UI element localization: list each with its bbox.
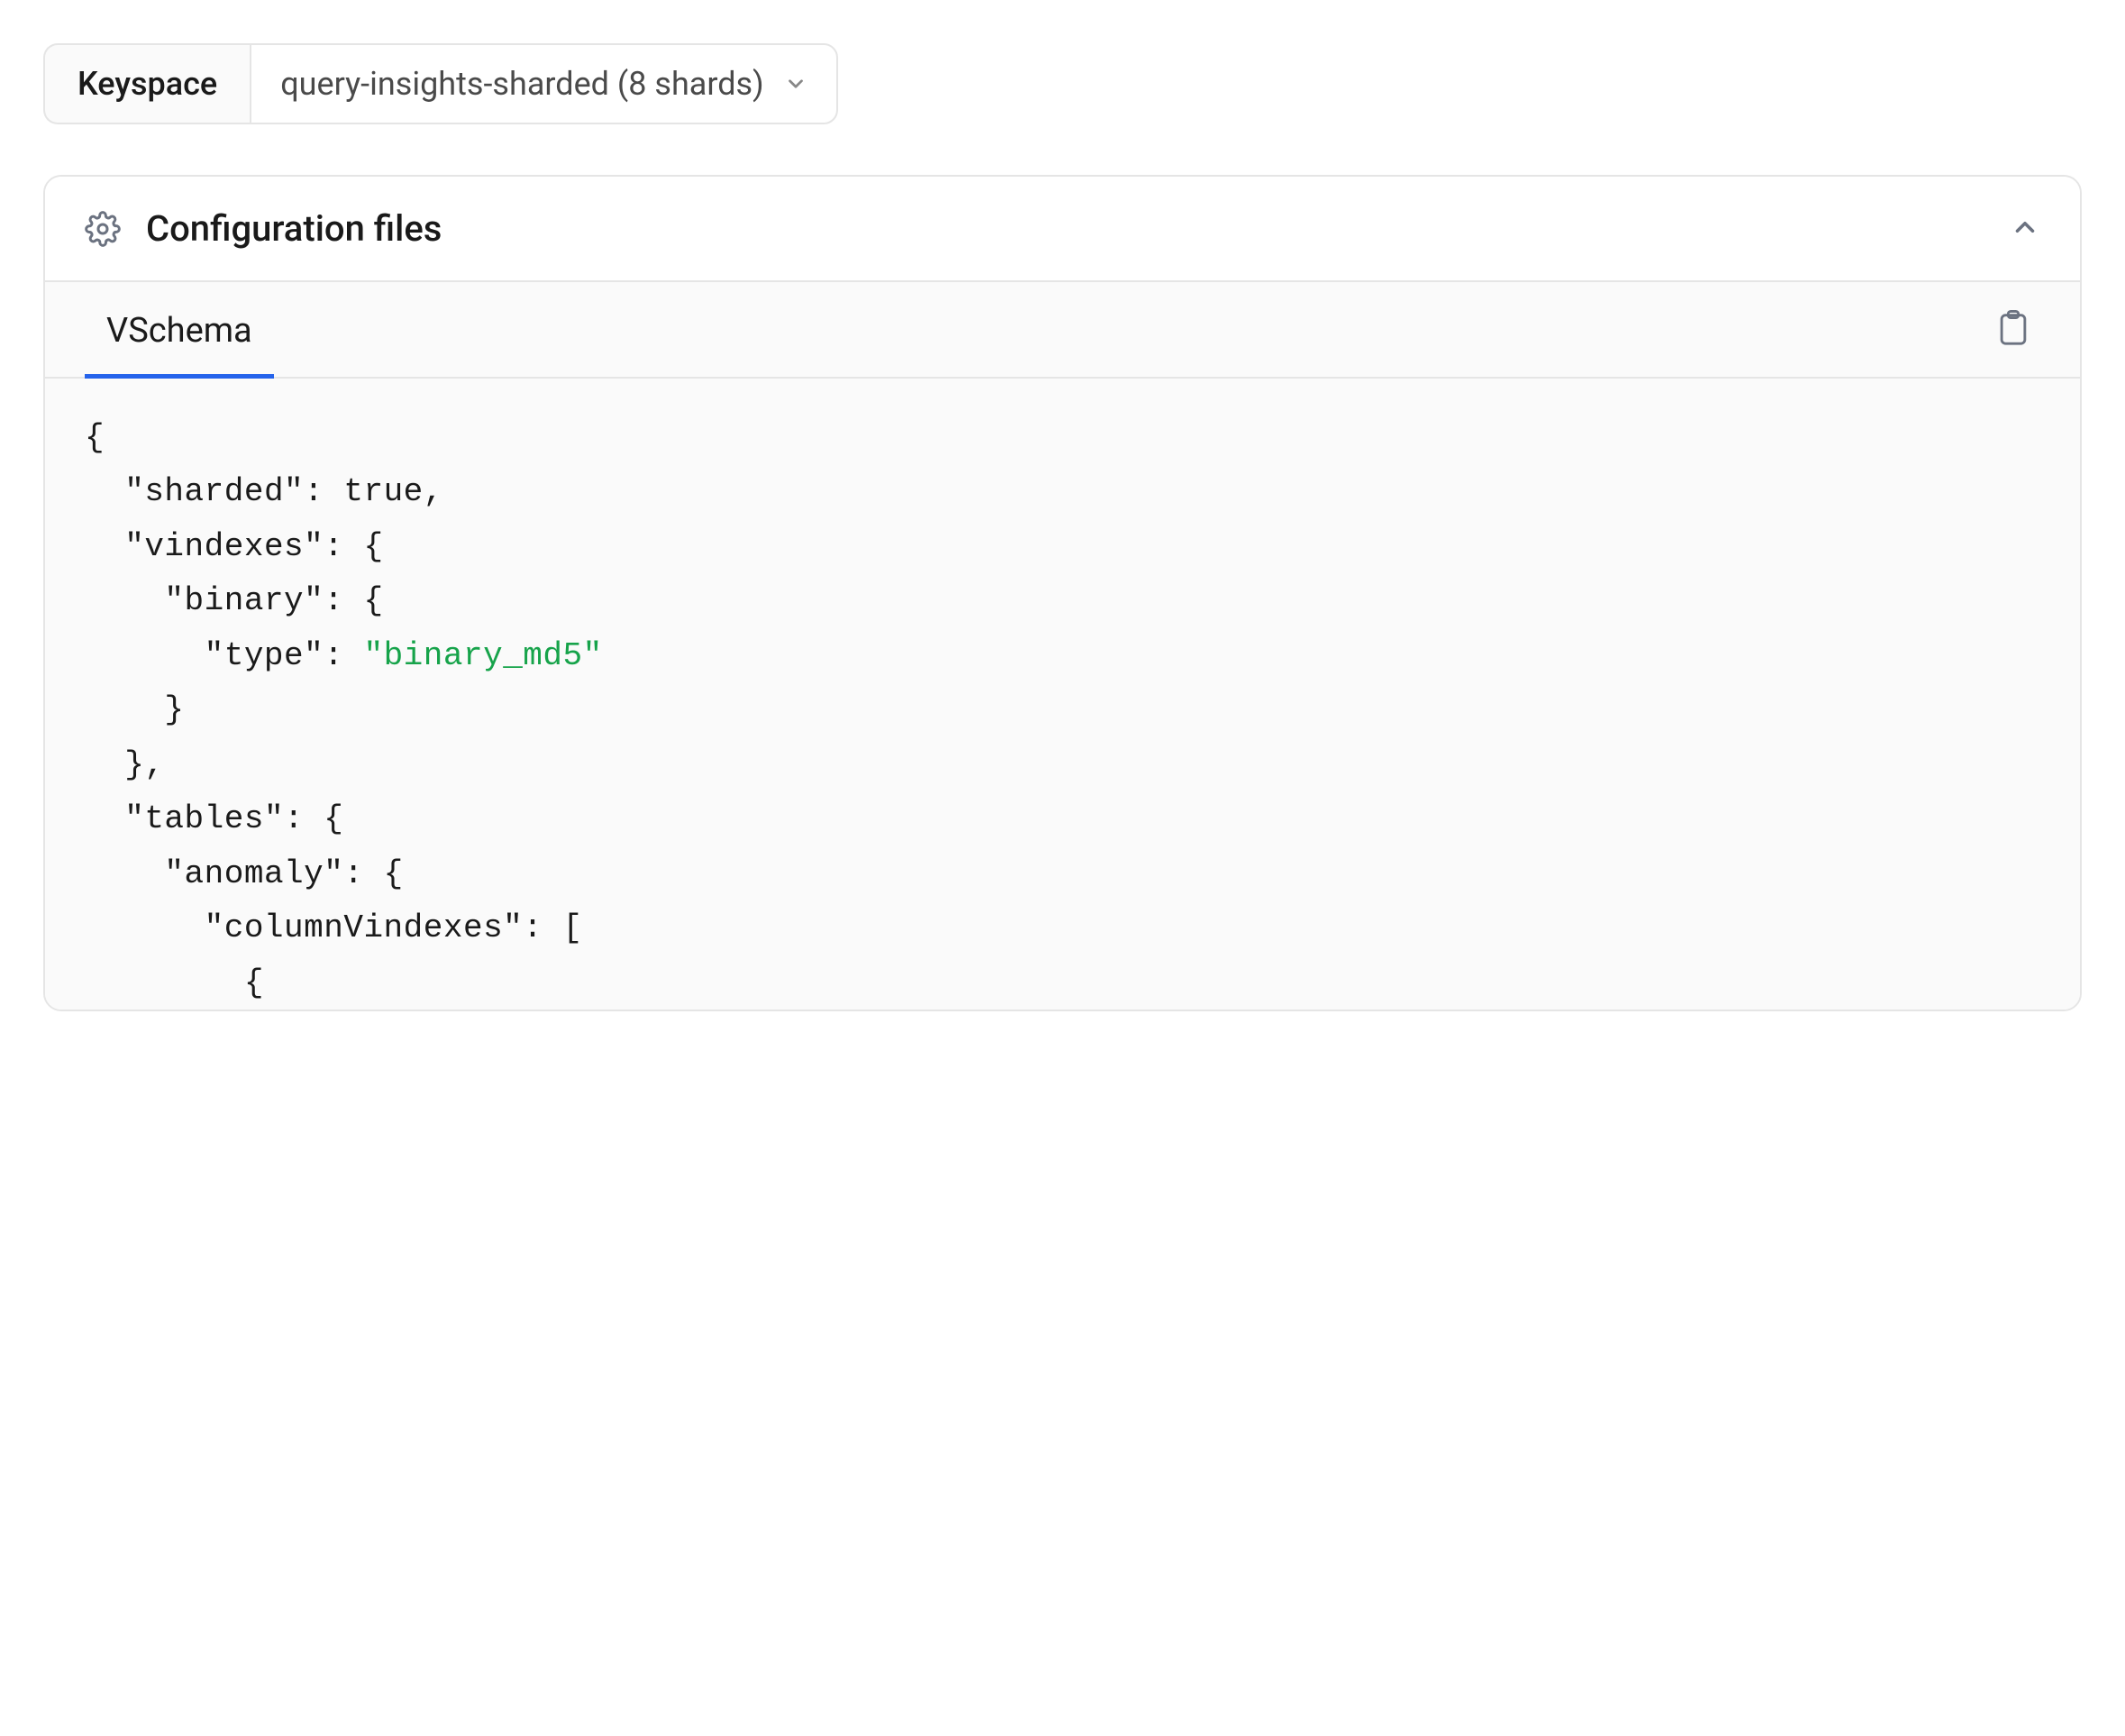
keyspace-selected-value: query-insights-sharded (8 shards) bbox=[280, 65, 763, 103]
keyspace-label: Keyspace bbox=[43, 43, 250, 124]
tab-row: VSchema bbox=[45, 282, 2080, 379]
copy-button[interactable] bbox=[1986, 299, 2040, 361]
clipboard-icon bbox=[1997, 310, 2029, 346]
tab-vschema[interactable]: VSchema bbox=[85, 282, 274, 379]
configuration-files-header[interactable]: Configuration files bbox=[45, 177, 2080, 282]
configuration-files-card: Configuration files VSchema { "sharded":… bbox=[43, 175, 2082, 1011]
chevron-up-icon bbox=[2010, 212, 2040, 242]
chevron-down-icon bbox=[784, 72, 807, 96]
configuration-files-title: Configuration files bbox=[146, 207, 442, 250]
vschema-code: { "sharded": true, "vindexes": { "binary… bbox=[45, 379, 2080, 1010]
gear-icon bbox=[85, 211, 121, 247]
keyspace-dropdown[interactable]: query-insights-sharded (8 shards) bbox=[250, 43, 837, 124]
keyspace-selector-row: Keyspace query-insights-sharded (8 shard… bbox=[43, 43, 2082, 124]
